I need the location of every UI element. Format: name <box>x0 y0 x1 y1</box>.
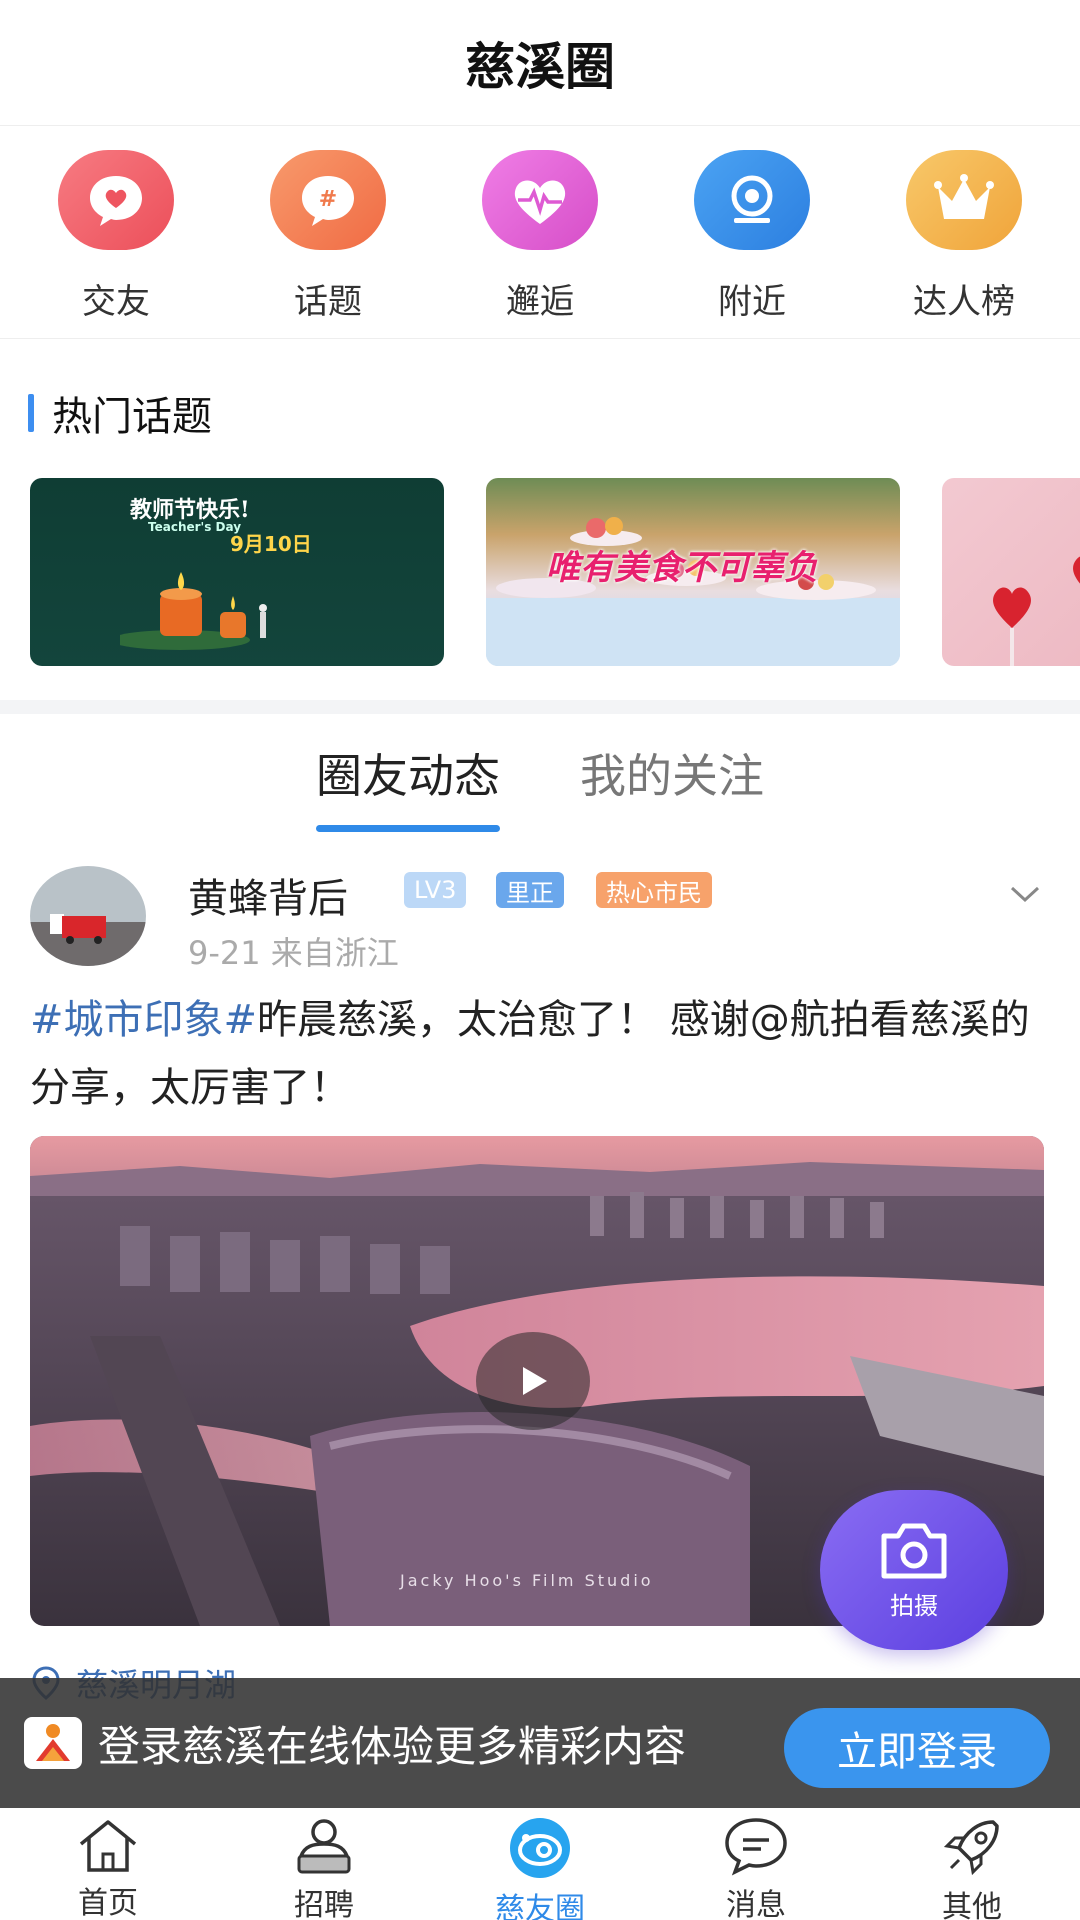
nav-recruit[interactable]: 招聘 <box>244 1808 404 1920</box>
video-watermark: Jacky Hoo's Film Studio <box>399 1571 654 1590</box>
topic-card-teachers-day[interactable]: 教师节快乐! Teacher's Day 9月10日 <box>30 478 444 666</box>
tab-my-following[interactable]: 我的关注 <box>570 740 774 840</box>
title-badge: 里正 <box>496 872 564 908</box>
hashtag-chat-icon: # <box>270 150 386 250</box>
shortcut-friends[interactable]: 交友 <box>31 150 201 323</box>
login-prompt-text: 登录慈溪在线体验更多精彩内容 <box>98 1721 687 1771</box>
nav-label: 首页 <box>78 1886 138 1920</box>
shortcut-label: 附近 <box>718 282 786 322</box>
nav-messages[interactable]: 消息 <box>676 1808 836 1920</box>
bottom-nav: 首页 招聘 慈友圈 消息 其他 <box>0 1808 1080 1920</box>
app-logo-icon <box>24 1717 82 1769</box>
topic-subcaption: Teacher's Day <box>148 520 242 534</box>
chevron-down-icon[interactable] <box>1000 870 1050 920</box>
tab-label: 圈友动态 <box>316 749 500 803</box>
heart-lollipop-illustration <box>993 556 1080 666</box>
feed-tabs: 圈友动态 我的关注 <box>0 740 1080 840</box>
tab-circle-updates[interactable]: 圈友动态 <box>306 740 510 840</box>
circle-icon <box>504 1816 576 1880</box>
honor-badge: 热心市民 <box>596 872 712 908</box>
message-icon <box>720 1816 792 1876</box>
home-icon <box>72 1816 144 1874</box>
topic-caption: 唯有美食不可辜负 <box>546 548 818 588</box>
section-separator <box>0 700 1080 714</box>
shortcut-label: 邂逅 <box>506 282 574 322</box>
login-banner: 登录慈溪在线体验更多精彩内容 立即登录 <box>0 1678 1080 1808</box>
hot-topics-title: 热门话题 <box>52 394 212 440</box>
nav-other[interactable]: 其他 <box>892 1808 1052 1920</box>
hot-topics-heading: 热门话题 <box>28 384 212 442</box>
divider <box>0 338 1080 339</box>
shortcut-label: 交友 <box>82 282 150 322</box>
nav-label: 慈友圈 <box>495 1892 585 1920</box>
tab-label: 我的关注 <box>580 749 764 803</box>
page-title: 慈溪圈 <box>465 37 615 96</box>
login-now-button[interactable]: 立即登录 <box>784 1708 1050 1788</box>
shortcut-ranking[interactable]: 达人榜 <box>879 150 1049 323</box>
shoot-label: 拍摄 <box>890 1591 938 1620</box>
nav-label: 消息 <box>726 1888 786 1920</box>
shortcut-encounter[interactable]: 邂逅 <box>455 150 625 323</box>
nav-home[interactable]: 首页 <box>28 1808 188 1920</box>
active-tab-indicator <box>316 825 500 832</box>
crown-icon <box>906 150 1022 250</box>
shoot-button[interactable]: 拍摄 <box>820 1490 1008 1650</box>
shortcut-topics[interactable]: # 话题 <box>243 150 413 323</box>
rocket-icon <box>936 1816 1008 1878</box>
shortcut-label: 达人榜 <box>913 282 1015 322</box>
candle-illustration <box>120 572 267 650</box>
post-hashtag[interactable]: #城市印象# <box>30 997 257 1043</box>
shortcut-row: 交友 # 话题 邂逅 附近 达人榜 <box>0 150 1080 323</box>
post-author-name[interactable]: 黄蜂背后 <box>188 866 348 924</box>
post-content: #城市印象#昨晨慈溪，太治愈了！ 感谢@航拍看慈溪的分享，太厉害了！ <box>30 986 1030 1122</box>
recruit-icon <box>288 1816 360 1876</box>
heart-chat-icon <box>58 150 174 250</box>
shortcut-label: 话题 <box>294 282 362 322</box>
nav-label: 其他 <box>942 1890 1002 1920</box>
avatar[interactable] <box>30 866 146 966</box>
level-badge: LV3 <box>404 872 467 908</box>
camera-icon <box>881 1523 947 1578</box>
hot-topics-carousel[interactable]: 教师节快乐! Teacher's Day 9月10日 唯有美食不可辜负 <box>30 478 1080 668</box>
post-meta: 9-21 来自浙江 <box>188 934 399 972</box>
topic-card-love[interactable] <box>942 478 1080 666</box>
play-icon[interactable] <box>476 1332 590 1430</box>
app-header: 慈溪圈 <box>0 0 1080 126</box>
nav-friends-circle[interactable]: 慈友圈 <box>460 1808 620 1920</box>
nav-label: 招聘 <box>294 1888 354 1920</box>
svg-text:#: # <box>319 187 337 212</box>
heading-accent-bar <box>28 394 34 432</box>
topic-card-food[interactable]: 唯有美食不可辜负 <box>486 478 900 666</box>
heartbeat-icon <box>482 150 598 250</box>
location-icon <box>694 150 810 250</box>
shortcut-nearby[interactable]: 附近 <box>667 150 837 323</box>
